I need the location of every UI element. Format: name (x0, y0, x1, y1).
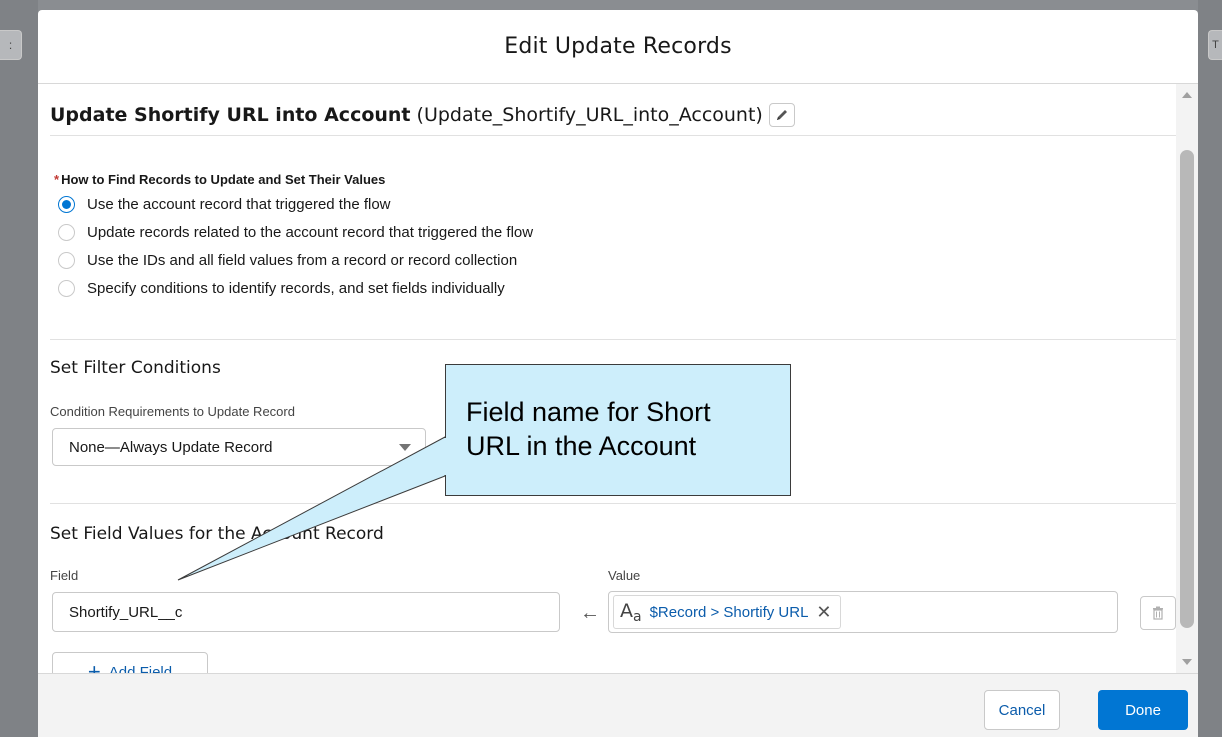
radio-button[interactable] (58, 224, 75, 241)
type-icon-sub: a (633, 608, 642, 625)
radio-label: Update records related to the account re… (87, 224, 534, 241)
type-icon-main: A (620, 599, 633, 622)
field-input-value: Shortify_URL__c (69, 603, 183, 621)
delete-row-button[interactable] (1140, 596, 1176, 630)
modal-title: Edit Update Records (504, 34, 732, 59)
condition-requirements-value: None—Always Update Record (69, 438, 273, 456)
radio-button-checked[interactable] (58, 196, 75, 213)
text-type-icon: Aa (620, 600, 642, 625)
left-arrow-icon: ← (580, 602, 600, 624)
callout-line-2: URL in the Account (466, 431, 697, 461)
element-name-row: Update Shortify URL into Account (Update… (50, 94, 1190, 136)
filter-heading: Set Filter Conditions (50, 358, 221, 378)
field-input[interactable]: Shortify_URL__c (52, 592, 560, 632)
required-marker: * (54, 172, 60, 187)
add-icon: + (87, 659, 101, 673)
modal-scrollbar[interactable] (1176, 84, 1198, 673)
condition-requirements-label: Condition Requirements to Update Record (50, 404, 295, 419)
scroll-up-arrow-icon[interactable] (1182, 92, 1192, 98)
cancel-button[interactable]: Cancel (984, 690, 1060, 730)
radio-button[interactable] (58, 280, 75, 297)
radio-label: Specify conditions to identify records, … (87, 280, 505, 297)
radio-option-triggering-record[interactable]: Use the account record that triggered th… (58, 196, 391, 213)
value-column-label: Value (608, 568, 641, 583)
background-right-panel: T (1198, 0, 1222, 737)
value-input[interactable]: Aa $Record > Shortify URL ✕ (608, 591, 1118, 633)
radio-label: Use the account record that triggered th… (87, 196, 391, 213)
done-button[interactable]: Done (1098, 690, 1188, 730)
how-to-find-title: * How to Find Records to Update and Set T… (54, 172, 385, 187)
remove-icon[interactable]: ✕ (816, 602, 831, 623)
value-reference-text: $Record > Shortify URL (649, 603, 809, 621)
scrollbar-thumb[interactable] (1180, 150, 1194, 628)
radio-option-record-collection[interactable]: Use the IDs and all field values from a … (58, 252, 517, 269)
background-right-stub: T (1208, 30, 1222, 60)
element-label: Update Shortify URL into Account (50, 103, 411, 126)
add-field-label: Add Field (108, 663, 173, 674)
modal-header: Edit Update Records (38, 10, 1198, 84)
modal-footer: Cancel Done (38, 673, 1198, 737)
element-api-name: (Update_Shortify_URL_into_Account) (416, 103, 763, 126)
value-reference-pill[interactable]: Aa $Record > Shortify URL ✕ (613, 595, 841, 629)
radio-option-related-records[interactable]: Update records related to the account re… (58, 224, 533, 241)
radio-option-specify-conditions[interactable]: Specify conditions to identify records, … (58, 280, 505, 297)
trash-icon (1153, 606, 1163, 620)
pencil-icon (776, 109, 787, 120)
add-field-button[interactable]: + Add Field (52, 652, 208, 673)
background-left-stub: : (0, 30, 22, 60)
how-to-find-title-text: How to Find Records to Update and Set Th… (61, 172, 386, 187)
condition-requirements-select[interactable]: None—Always Update Record (52, 428, 426, 466)
chevron-down-icon (399, 444, 411, 451)
scroll-down-arrow-icon[interactable] (1182, 659, 1192, 665)
radio-button[interactable] (58, 252, 75, 269)
background-left-panel: : (0, 0, 38, 737)
field-column-label: Field (50, 568, 79, 583)
callout-line-1: Field name for Short (466, 397, 711, 427)
annotation-callout: Field name for Short URL in the Account (445, 364, 791, 496)
field-values-section: Set Field Values for the Account Record … (50, 508, 1190, 673)
radio-label: Use the IDs and all field values from a … (87, 252, 518, 269)
edit-name-button[interactable] (768, 102, 795, 127)
field-values-heading: Set Field Values for the Account Record (50, 524, 384, 544)
how-to-find-section: * How to Find Records to Update and Set T… (50, 172, 1190, 340)
